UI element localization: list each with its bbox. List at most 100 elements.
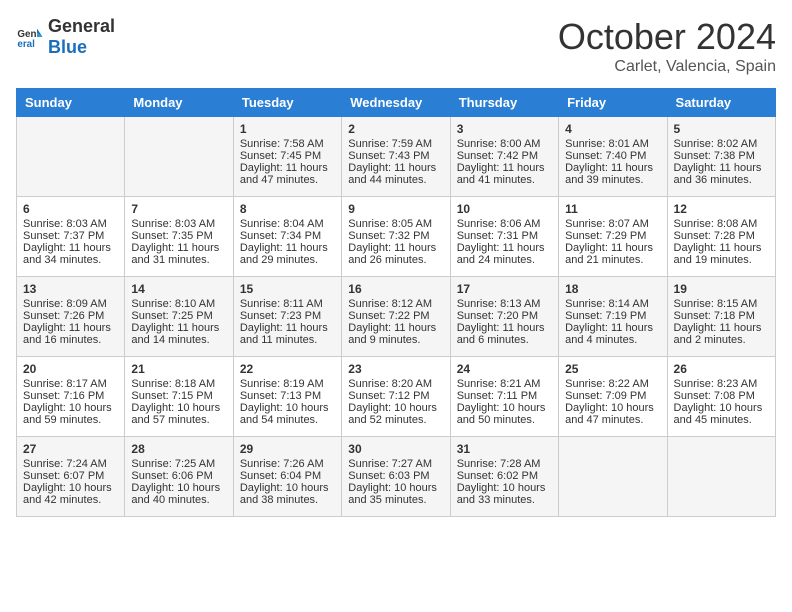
logo-icon: Gen eral: [16, 23, 44, 51]
header-sunday: Sunday: [17, 89, 125, 117]
calendar-cell: 3Sunrise: 8:00 AMSunset: 7:42 PMDaylight…: [450, 117, 558, 197]
day-number: 2: [348, 122, 443, 136]
sunset-text: Sunset: 7:32 PM: [348, 230, 443, 242]
day-number: 18: [565, 282, 660, 296]
calendar-cell: 17Sunrise: 8:13 AMSunset: 7:20 PMDayligh…: [450, 277, 558, 357]
header-tuesday: Tuesday: [233, 89, 341, 117]
sunset-text: Sunset: 7:08 PM: [674, 390, 769, 402]
month-title: October 2024: [558, 16, 776, 58]
daylight-text: Daylight: 11 hours and 31 minutes.: [131, 242, 226, 266]
logo-blue: Blue: [48, 37, 87, 57]
day-number: 14: [131, 282, 226, 296]
day-number: 9: [348, 202, 443, 216]
calendar-cell: 11Sunrise: 8:07 AMSunset: 7:29 PMDayligh…: [559, 197, 667, 277]
daylight-text: Daylight: 11 hours and 29 minutes.: [240, 242, 335, 266]
daylight-text: Daylight: 11 hours and 36 minutes.: [674, 162, 769, 186]
sunrise-text: Sunrise: 8:09 AM: [23, 298, 118, 310]
daylight-text: Daylight: 11 hours and 2 minutes.: [674, 322, 769, 346]
sunset-text: Sunset: 6:06 PM: [131, 470, 226, 482]
calendar-cell: 18Sunrise: 8:14 AMSunset: 7:19 PMDayligh…: [559, 277, 667, 357]
header-monday: Monday: [125, 89, 233, 117]
calendar-week-row-4: 27Sunrise: 7:24 AMSunset: 6:07 PMDayligh…: [17, 437, 776, 517]
calendar-cell: 31Sunrise: 7:28 AMSunset: 6:02 PMDayligh…: [450, 437, 558, 517]
page-header: Gen eral General Blue October 2024 Carle…: [16, 16, 776, 76]
sunset-text: Sunset: 6:02 PM: [457, 470, 552, 482]
sunrise-text: Sunrise: 8:01 AM: [565, 138, 660, 150]
day-number: 5: [674, 122, 769, 136]
sunset-text: Sunset: 7:40 PM: [565, 150, 660, 162]
sunset-text: Sunset: 7:18 PM: [674, 310, 769, 322]
day-number: 25: [565, 362, 660, 376]
header-wednesday: Wednesday: [342, 89, 450, 117]
sunrise-text: Sunrise: 8:20 AM: [348, 378, 443, 390]
daylight-text: Daylight: 10 hours and 40 minutes.: [131, 482, 226, 506]
daylight-text: Daylight: 10 hours and 38 minutes.: [240, 482, 335, 506]
sunrise-text: Sunrise: 7:25 AM: [131, 458, 226, 470]
sunset-text: Sunset: 7:38 PM: [674, 150, 769, 162]
sunrise-text: Sunrise: 8:00 AM: [457, 138, 552, 150]
daylight-text: Daylight: 11 hours and 34 minutes.: [23, 242, 118, 266]
calendar-cell: 1Sunrise: 7:58 AMSunset: 7:45 PMDaylight…: [233, 117, 341, 197]
sunset-text: Sunset: 7:16 PM: [23, 390, 118, 402]
calendar-cell: 19Sunrise: 8:15 AMSunset: 7:18 PMDayligh…: [667, 277, 775, 357]
sunrise-text: Sunrise: 8:21 AM: [457, 378, 552, 390]
daylight-text: Daylight: 11 hours and 26 minutes.: [348, 242, 443, 266]
sunrise-text: Sunrise: 8:03 AM: [131, 218, 226, 230]
day-number: 24: [457, 362, 552, 376]
calendar-cell: 20Sunrise: 8:17 AMSunset: 7:16 PMDayligh…: [17, 357, 125, 437]
day-number: 7: [131, 202, 226, 216]
sunset-text: Sunset: 7:11 PM: [457, 390, 552, 402]
svg-text:eral: eral: [17, 39, 35, 50]
logo-general: General: [48, 16, 115, 36]
sunset-text: Sunset: 7:23 PM: [240, 310, 335, 322]
sunrise-text: Sunrise: 8:22 AM: [565, 378, 660, 390]
calendar-week-row-3: 20Sunrise: 8:17 AMSunset: 7:16 PMDayligh…: [17, 357, 776, 437]
daylight-text: Daylight: 11 hours and 24 minutes.: [457, 242, 552, 266]
sunset-text: Sunset: 7:12 PM: [348, 390, 443, 402]
sunrise-text: Sunrise: 8:10 AM: [131, 298, 226, 310]
calendar-cell: 12Sunrise: 8:08 AMSunset: 7:28 PMDayligh…: [667, 197, 775, 277]
sunrise-text: Sunrise: 8:06 AM: [457, 218, 552, 230]
daylight-text: Daylight: 11 hours and 16 minutes.: [23, 322, 118, 346]
day-number: 8: [240, 202, 335, 216]
header-thursday: Thursday: [450, 89, 558, 117]
day-number: 27: [23, 442, 118, 456]
day-number: 23: [348, 362, 443, 376]
calendar-cell: 28Sunrise: 7:25 AMSunset: 6:06 PMDayligh…: [125, 437, 233, 517]
day-number: 21: [131, 362, 226, 376]
sunset-text: Sunset: 7:34 PM: [240, 230, 335, 242]
sunrise-text: Sunrise: 7:27 AM: [348, 458, 443, 470]
sunrise-text: Sunrise: 8:04 AM: [240, 218, 335, 230]
sunset-text: Sunset: 7:43 PM: [348, 150, 443, 162]
logo: Gen eral General Blue: [16, 16, 115, 58]
sunset-text: Sunset: 6:04 PM: [240, 470, 335, 482]
calendar-cell: 13Sunrise: 8:09 AMSunset: 7:26 PMDayligh…: [17, 277, 125, 357]
daylight-text: Daylight: 11 hours and 41 minutes.: [457, 162, 552, 186]
day-number: 3: [457, 122, 552, 136]
daylight-text: Daylight: 10 hours and 54 minutes.: [240, 402, 335, 426]
sunset-text: Sunset: 7:15 PM: [131, 390, 226, 402]
calendar-cell: 6Sunrise: 8:03 AMSunset: 7:37 PMDaylight…: [17, 197, 125, 277]
calendar-cell: 30Sunrise: 7:27 AMSunset: 6:03 PMDayligh…: [342, 437, 450, 517]
calendar-cell: [667, 437, 775, 517]
day-number: 15: [240, 282, 335, 296]
day-number: 16: [348, 282, 443, 296]
sunset-text: Sunset: 7:37 PM: [23, 230, 118, 242]
calendar-cell: 8 Sunrise: 8:04 AMSunset: 7:34 PMDaylight…: [233, 197, 341, 277]
daylight-text: Daylight: 11 hours and 9 minutes.: [348, 322, 443, 346]
calendar-cell: 7 Sunrise: 8:03 AMSunset: 7:35 PMDaylight…: [125, 197, 233, 277]
sunrise-text: Sunrise: 8:19 AM: [240, 378, 335, 390]
sunset-text: Sunset: 7:35 PM: [131, 230, 226, 242]
calendar-header-row: Sunday Monday Tuesday Wednesday Thursday…: [17, 89, 776, 117]
calendar-cell: 4Sunrise: 8:01 AMSunset: 7:40 PMDaylight…: [559, 117, 667, 197]
header-saturday: Saturday: [667, 89, 775, 117]
calendar-cell: 2Sunrise: 7:59 AMSunset: 7:43 PMDaylight…: [342, 117, 450, 197]
sunrise-text: Sunrise: 7:24 AM: [23, 458, 118, 470]
calendar-cell: [17, 117, 125, 197]
calendar-cell: 5Sunrise: 8:02 AMSunset: 7:38 PMDaylight…: [667, 117, 775, 197]
daylight-text: Daylight: 11 hours and 6 minutes.: [457, 322, 552, 346]
daylight-text: Daylight: 11 hours and 4 minutes.: [565, 322, 660, 346]
daylight-text: Daylight: 10 hours and 52 minutes.: [348, 402, 443, 426]
sunset-text: Sunset: 7:13 PM: [240, 390, 335, 402]
day-number: 4: [565, 122, 660, 136]
